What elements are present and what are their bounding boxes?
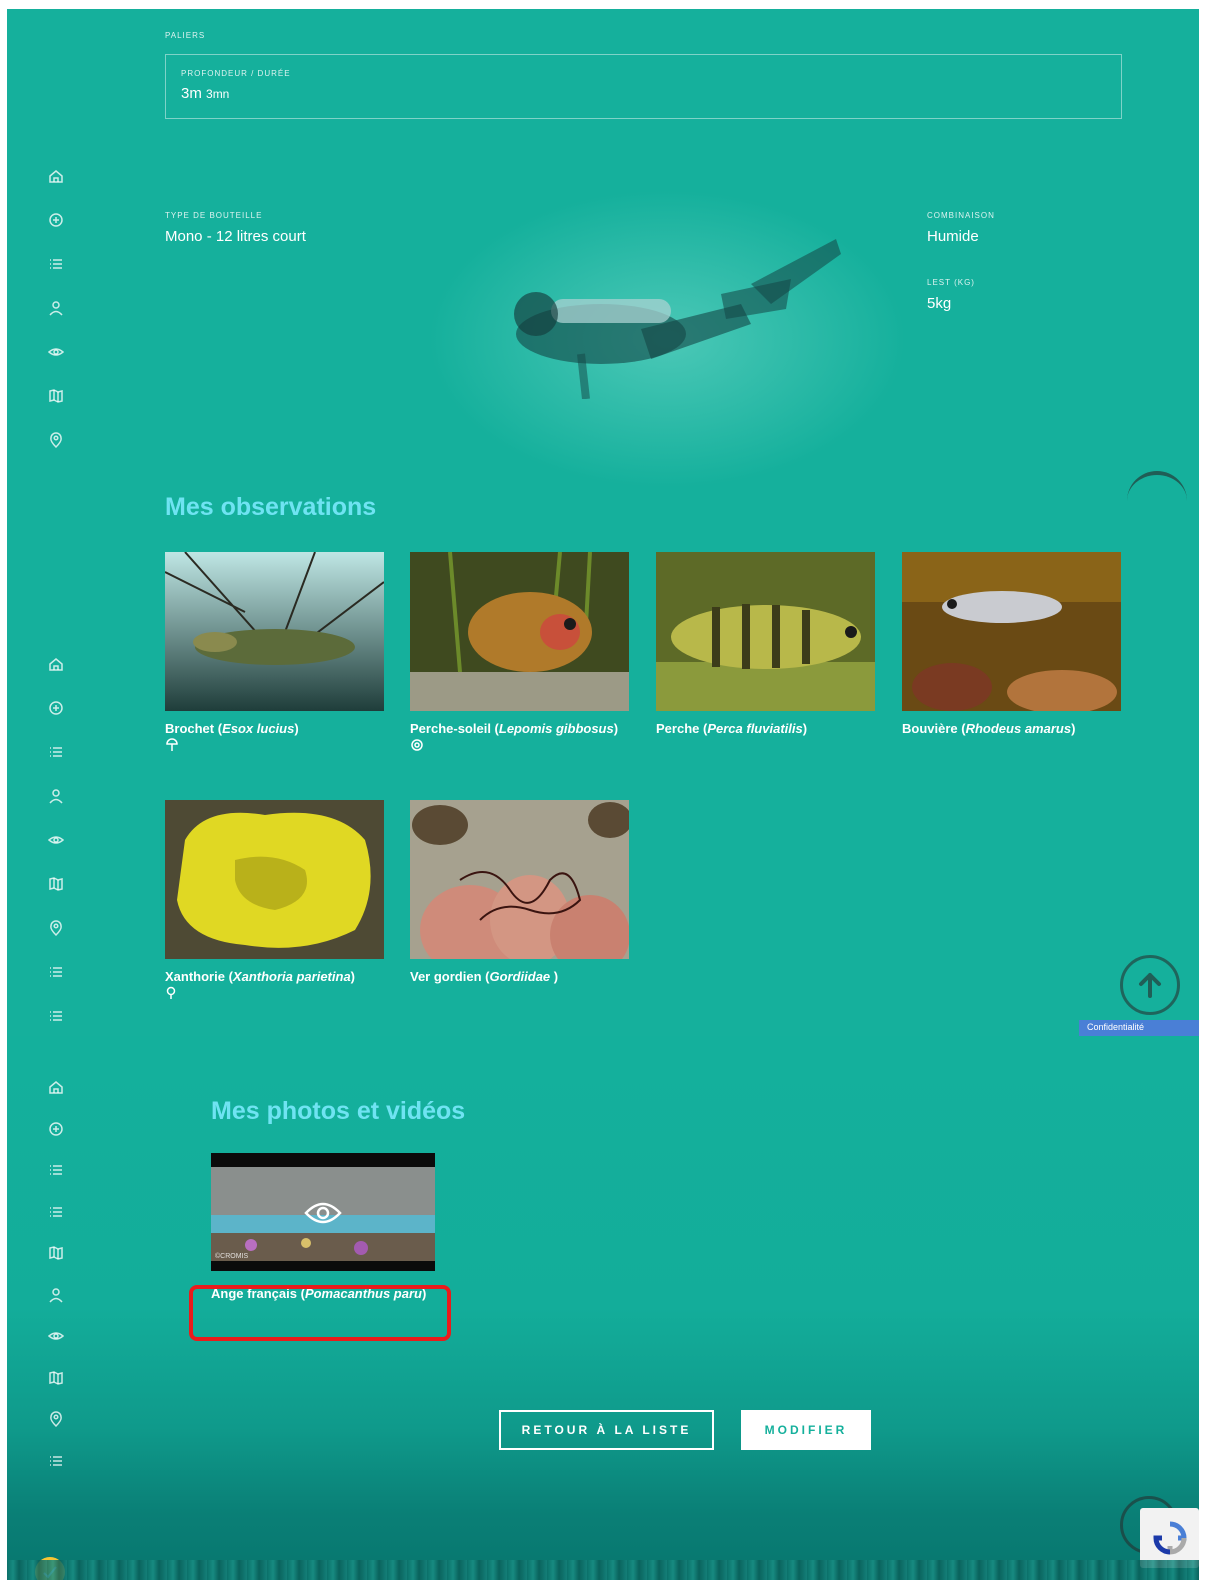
user-icon[interactable] <box>45 1284 67 1306</box>
sidenav-bottom <box>45 1076 67 1472</box>
bouteille-label: TYPE DE BOUTEILLE <box>165 211 263 220</box>
list-icon[interactable] <box>45 961 67 983</box>
observation-photo[interactable] <box>165 552 384 711</box>
profondeur-value: 3m <box>181 85 202 102</box>
bouteille-field: TYPE DE BOUTEILLE Mono - 12 litres court <box>165 211 306 245</box>
paliers-label: PALIERS <box>165 31 206 40</box>
paliers-box: PROFONDEUR / DURÉE 3m 3mn <box>165 54 1122 119</box>
observation-card[interactable]: Ver gordien (Gordiidae ) <box>410 800 629 984</box>
list-icon[interactable] <box>45 1450 67 1472</box>
sidenav-top <box>45 165 67 451</box>
observation-caption: Perche-soleil (Lepomis gibbosus) <box>410 721 619 736</box>
observation-photo[interactable] <box>410 800 629 959</box>
paliers-value: 3m 3mn <box>181 85 229 102</box>
observation-photo[interactable] <box>656 552 875 711</box>
diver-illustration <box>514 239 841 399</box>
bouteille-value: Mono - 12 litres court <box>165 228 306 245</box>
plus-circle-icon[interactable] <box>45 1118 67 1140</box>
mushroom-icon <box>165 738 179 752</box>
scroll-top-partial-icon <box>1127 471 1187 531</box>
dive-detail-panel: PALIERS PROFONDEUR / DURÉE 3m 3mn TYPE D… <box>7 9 1199 1036</box>
pin-icon[interactable] <box>45 1408 67 1430</box>
home-icon[interactable] <box>45 653 67 675</box>
profondeur-duree-label: PROFONDEUR / DURÉE <box>181 69 291 78</box>
lest-field: LEST (KG) 5kg <box>927 278 975 312</box>
map-icon[interactable] <box>45 1242 67 1264</box>
map-icon[interactable] <box>45 873 67 895</box>
media-title: Mes photos et vidéos <box>211 1097 466 1125</box>
recaptcha-icon[interactable] <box>1140 1508 1199 1568</box>
observation-caption: Bouvière (Rhodeus amarus) <box>902 721 1076 736</box>
map-icon[interactable] <box>45 1367 67 1389</box>
observation-card[interactable]: Xanthorie (Xanthoria parietina) <box>165 800 384 1000</box>
arrow-up-icon <box>1139 973 1161 998</box>
video-credit: ©CROMIS <box>215 1253 249 1260</box>
lifebuoy-icon <box>410 738 424 752</box>
eye-icon[interactable] <box>45 1325 67 1347</box>
combinaison-label: COMBINAISON <box>927 211 995 220</box>
user-icon[interactable] <box>45 297 67 319</box>
observation-caption: Xanthorie (Xanthoria parietina) <box>165 969 356 984</box>
edit-button[interactable]: MODIFIER <box>741 1410 871 1450</box>
map-icon[interactable] <box>45 385 67 407</box>
observation-card[interactable]: Perche (Perca fluviatilis) <box>656 552 875 736</box>
observation-caption: Perche (Perca fluviatilis) <box>656 721 808 736</box>
back-to-list-button[interactable]: RETOUR À LA LISTE <box>499 1410 714 1450</box>
eye-icon[interactable] <box>45 341 67 363</box>
pin-icon[interactable] <box>45 429 67 451</box>
highlight-annotation <box>189 1285 451 1341</box>
observation-card[interactable]: Brochet (Esox lucius) <box>165 552 384 752</box>
observation-caption: Brochet (Esox lucius) <box>165 721 299 736</box>
observations-title: Mes observations <box>165 493 377 521</box>
list-icon[interactable] <box>45 253 67 275</box>
home-icon[interactable] <box>45 1076 67 1098</box>
video-card[interactable]: ©CROMIS Ange français (Pomacanthus paru) <box>211 1153 435 1301</box>
magnifier-icon <box>165 986 179 1000</box>
observation-photo[interactable] <box>165 800 384 959</box>
observation-caption: Ver gordien (Gordiidae ) <box>410 969 559 984</box>
eye-icon[interactable] <box>45 829 67 851</box>
reef-decoration <box>7 1560 1199 1580</box>
duree-value: 3mn <box>206 87 230 101</box>
combinaison-field: COMBINAISON Humide <box>927 211 995 245</box>
observation-photo[interactable] <box>410 552 629 711</box>
home-icon[interactable] <box>45 165 67 187</box>
list-icon[interactable] <box>45 1201 67 1223</box>
plus-circle-icon[interactable] <box>45 697 67 719</box>
combinaison-value: Humide <box>927 228 979 245</box>
lest-label: LEST (KG) <box>927 278 975 287</box>
observation-photo[interactable] <box>902 552 1121 711</box>
list-icon[interactable] <box>45 1159 67 1181</box>
observation-card[interactable]: Perche-soleil (Lepomis gibbosus) <box>410 552 629 752</box>
list-icon[interactable] <box>45 1005 67 1027</box>
plus-circle-icon[interactable] <box>45 209 67 231</box>
list-icon[interactable] <box>45 741 67 763</box>
user-icon[interactable] <box>45 785 67 807</box>
sidenav-mid <box>45 653 67 1027</box>
observation-card[interactable]: Bouvière (Rhodeus amarus) <box>902 552 1121 736</box>
media-panel: Mes photos et vidéos ©CROMIS Ange frança… <box>7 1036 1199 1580</box>
scroll-to-top-button[interactable] <box>1120 955 1180 1015</box>
lest-value: 5kg <box>927 295 952 312</box>
pin-icon[interactable] <box>45 917 67 939</box>
privacy-badge[interactable]: Confidentialité <box>1079 1020 1199 1036</box>
video-thumbnail[interactable]: ©CROMIS <box>211 1153 435 1271</box>
